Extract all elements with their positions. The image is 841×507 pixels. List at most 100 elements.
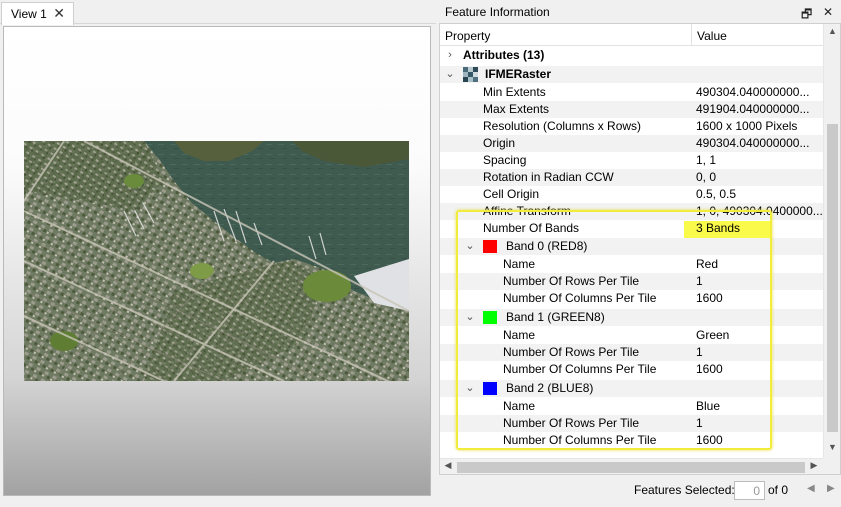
raster-label: IFMERaster: [485, 67, 552, 81]
field-label: Name: [503, 328, 536, 342]
field-label: Name: [503, 257, 536, 271]
tree-row-number-of-bands[interactable]: Number Of Bands 3 Bands: [440, 220, 823, 237]
tree-row-band-field[interactable]: Number Of Rows Per Tile 1: [440, 344, 823, 361]
field-label: Number Of Rows Per Tile: [503, 274, 640, 288]
column-header-value[interactable]: Value: [697, 29, 727, 43]
features-selected-label: Features Selected:: [634, 483, 735, 497]
property-value: 0, 0: [696, 170, 717, 184]
chevron-down-icon[interactable]: ⌄: [445, 66, 455, 83]
property-label: Affine Transform: [483, 204, 571, 218]
chevron-right-icon[interactable]: ›: [445, 47, 455, 64]
previous-arrow-icon[interactable]: ◀: [807, 483, 815, 494]
tab-view-1[interactable]: View 1 ✕: [1, 2, 74, 25]
tree-row-band-1[interactable]: ⌄ Band 1 (GREEN8): [440, 309, 823, 326]
feature-tree[interactable]: Property Value › Attributes (13) ⌄ IFMER…: [439, 23, 841, 475]
property-label: Rotation in Radian CCW: [483, 170, 614, 184]
panel-title: Feature Information: [445, 5, 550, 19]
tree-row-band-field[interactable]: Name Green: [440, 327, 823, 344]
tree-row-property[interactable]: Cell Origin 0.5, 0.5: [440, 186, 823, 203]
field-value: 1600: [696, 433, 723, 447]
property-value: 490304.040000000...: [696, 136, 810, 150]
tree-row-property[interactable]: Min Extents 490304.040000000...: [440, 84, 823, 101]
features-total-label: of 0: [768, 483, 789, 497]
property-label: Number Of Bands: [483, 221, 580, 235]
tree-row-ifmeraster[interactable]: ⌄ IFMERaster: [440, 66, 823, 83]
tree-row-property[interactable]: Resolution (Columns x Rows) 1600 x 1000 …: [440, 118, 823, 135]
field-value: 1: [696, 274, 703, 288]
scroll-thumb[interactable]: [827, 124, 838, 432]
column-divider[interactable]: [691, 24, 692, 46]
chevron-down-icon[interactable]: ⌄: [465, 309, 475, 326]
tree-header: Property Value: [440, 24, 823, 46]
chevron-down-icon[interactable]: ⌄: [465, 380, 475, 397]
field-label: Name: [503, 399, 536, 413]
property-value: 3 Bands: [696, 221, 741, 235]
property-value: 491904.040000000...: [696, 102, 810, 116]
property-label: Spacing: [483, 153, 527, 167]
raster-icon: [463, 67, 478, 82]
tree-row-band-field[interactable]: Number Of Columns Per Tile 1600: [440, 361, 823, 378]
tree-row-band-2[interactable]: ⌄ Band 2 (BLUE8): [440, 380, 823, 397]
property-value: 1, 0, 490304.0400000...: [696, 204, 823, 218]
field-label: Number Of Rows Per Tile: [503, 345, 640, 359]
field-label: Number Of Rows Per Tile: [503, 416, 640, 430]
field-value: Green: [696, 328, 730, 342]
field-label: Number Of Columns Per Tile: [503, 291, 657, 305]
band-label: Band 2 (BLUE8): [506, 381, 594, 395]
blue-swatch: [483, 382, 497, 395]
tree-row-band-field[interactable]: Number Of Rows Per Tile 1: [440, 415, 823, 432]
scroll-right-icon[interactable]: ▶: [807, 460, 821, 474]
tree-row-band-field[interactable]: Name Red: [440, 256, 823, 273]
property-label: Resolution (Columns x Rows): [483, 119, 642, 133]
field-label: Number Of Columns Per Tile: [503, 362, 657, 376]
red-swatch: [483, 240, 497, 253]
close-icon[interactable]: ✕: [823, 5, 833, 19]
scroll-thumb[interactable]: [457, 462, 805, 473]
next-arrow-icon[interactable]: ▶: [827, 483, 835, 494]
field-value: Red: [696, 257, 719, 271]
property-label: Origin: [483, 136, 516, 150]
view-tab-bar: View 1 ✕: [0, 0, 436, 25]
property-label: Max Extents: [483, 102, 550, 116]
field-value: 1600: [696, 291, 723, 305]
scroll-up-icon[interactable]: ▲: [827, 26, 838, 40]
tree-row-property[interactable]: Affine Transform 1, 0, 490304.0400000...: [440, 203, 823, 220]
tree-row-band-field[interactable]: Number Of Rows Per Tile 1: [440, 273, 823, 290]
tree-row-attributes[interactable]: › Attributes (13): [440, 47, 823, 64]
property-label: Cell Origin: [483, 187, 540, 201]
tree-row-band-field[interactable]: Number Of Columns Per Tile 1600: [440, 432, 823, 449]
vertical-scrollbar[interactable]: ▲ ▼: [823, 24, 840, 458]
horizontal-scrollbar[interactable]: ◀ ▶: [440, 458, 823, 474]
panel-title-bar: Feature Information 🗗 ✕: [439, 2, 841, 22]
field-value: 1: [696, 416, 703, 430]
features-selected-input[interactable]: 0: [734, 481, 765, 500]
tree-row-property[interactable]: Spacing 1, 1: [440, 152, 823, 169]
field-value: Blue: [696, 399, 721, 413]
tree-row-property[interactable]: Rotation in Radian CCW 0, 0: [440, 169, 823, 186]
chevron-down-icon[interactable]: ⌄: [465, 238, 475, 255]
tree-row-property[interactable]: Origin 490304.040000000...: [440, 135, 823, 152]
property-value: 0.5, 0.5: [696, 187, 737, 201]
close-icon[interactable]: ✕: [53, 5, 65, 22]
band-label: Band 1 (GREEN8): [506, 310, 605, 324]
property-value: 1600 x 1000 Pixels: [696, 119, 798, 133]
field-label: Number Of Columns Per Tile: [503, 433, 657, 447]
map-viewport[interactable]: [3, 26, 431, 496]
property-value: 1, 1: [696, 153, 717, 167]
status-bar: Features Selected: 0 of 0 ◀ ▶: [439, 478, 841, 503]
tree-row-band-field[interactable]: Name Blue: [440, 398, 823, 415]
view-panel: View 1 ✕: [0, 0, 436, 507]
scroll-corner: [823, 458, 840, 474]
tree-row-band-field[interactable]: Number Of Columns Per Tile 1600: [440, 290, 823, 307]
tree-row-band-0[interactable]: ⌄ Band 0 (RED8): [440, 238, 823, 255]
tree-row-property[interactable]: Max Extents 491904.040000000...: [440, 101, 823, 118]
column-header-property[interactable]: Property: [445, 29, 490, 43]
tab-label: View 1: [11, 7, 47, 21]
field-value: 1: [696, 345, 703, 359]
aerial-raster-image: [24, 141, 409, 381]
feature-information-panel: Feature Information 🗗 ✕ Property Value ›…: [439, 0, 841, 507]
property-label: Min Extents: [483, 85, 546, 99]
band-label: Band 0 (RED8): [506, 239, 588, 253]
scroll-down-icon[interactable]: ▼: [827, 442, 838, 456]
scroll-left-icon[interactable]: ◀: [441, 460, 455, 474]
